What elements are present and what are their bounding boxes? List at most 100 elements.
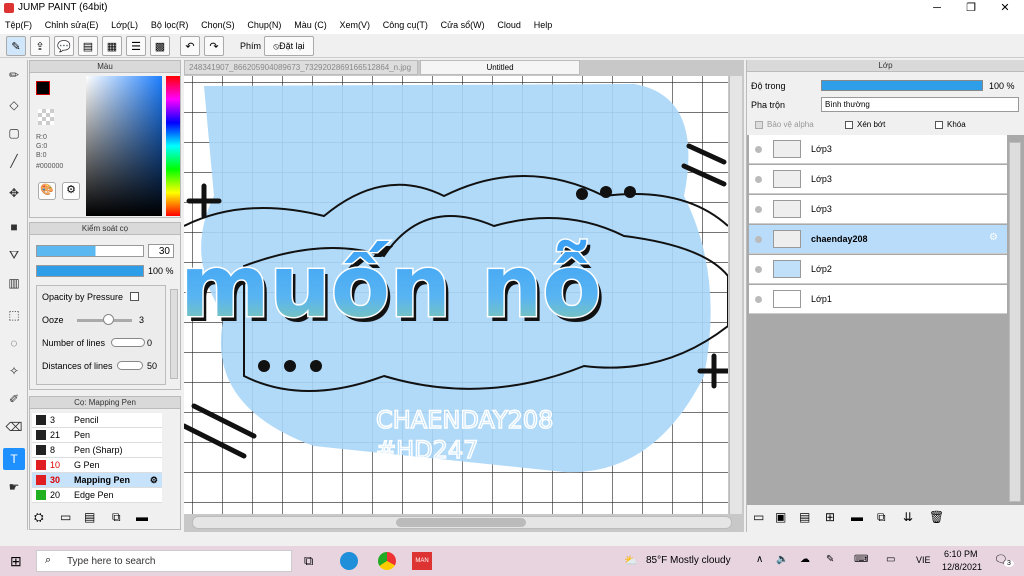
canvas-hscroll-thumb[interactable] bbox=[396, 518, 526, 527]
artwork-canvas[interactable]: muốn nỗ muốn nỗ CHAENDAY208 #HD247 bbox=[184, 76, 728, 514]
hue-slider[interactable] bbox=[166, 76, 180, 216]
new-layer-icon[interactable]: ▭ bbox=[753, 510, 764, 524]
cloud-icon[interactable]: ☁ bbox=[800, 554, 810, 565]
delete-layer-icon[interactable]: 🗑 bbox=[929, 510, 944, 524]
hand-tool-icon[interactable]: ☛ bbox=[3, 476, 25, 498]
brush-size-value[interactable]: 30 bbox=[148, 244, 174, 258]
shortcut-label[interactable]: Phím bbox=[240, 41, 261, 51]
minimize-button[interactable]: ─ bbox=[920, 0, 954, 17]
layer-scrollbar[interactable] bbox=[1009, 142, 1021, 502]
taskbar-search-box[interactable]: ⌕ Type here to search bbox=[36, 550, 292, 572]
layer-visibility-icon[interactable] bbox=[755, 236, 762, 243]
tray-up-icon[interactable]: ∧ bbox=[756, 554, 763, 565]
maximize-button[interactable]: ❐ bbox=[954, 0, 988, 17]
layer-row[interactable]: Lớp3 bbox=[749, 195, 1007, 224]
bucket-tool-icon[interactable]: ⛛ bbox=[3, 244, 25, 266]
brush-size-slider[interactable] bbox=[36, 245, 144, 257]
gradient-tool-icon[interactable]: ▥ bbox=[3, 272, 25, 294]
chrome-icon[interactable] bbox=[378, 552, 396, 570]
brush-item[interactable]: 20 Edge Pen bbox=[32, 488, 162, 503]
tab-untitled[interactable]: Untitled bbox=[420, 60, 580, 75]
grid-icon[interactable]: ▩ bbox=[150, 36, 170, 56]
pen-icon[interactable]: ✎ bbox=[826, 554, 834, 565]
brush-item[interactable]: 8 Pen (Sharp) bbox=[32, 443, 162, 458]
brush-add-icon[interactable]: ⛭ bbox=[34, 510, 44, 525]
select-pen-icon[interactable]: ✐ bbox=[3, 388, 25, 410]
menu-cloud[interactable]: Cloud bbox=[492, 17, 526, 34]
brush-menu-icon[interactable]: ▤ bbox=[84, 510, 95, 524]
menu-window[interactable]: Cửa sổ(W) bbox=[436, 17, 490, 34]
brush-mode-icon[interactable]: ✎ bbox=[6, 36, 26, 56]
menu-capture[interactable]: Chụp(N) bbox=[242, 17, 286, 34]
clip-checkbox[interactable] bbox=[845, 121, 853, 129]
clock-time[interactable]: 6:10 PM bbox=[944, 549, 978, 559]
tab-file[interactable]: 248341907_866205904089673_73292028691665… bbox=[184, 60, 418, 75]
close-button[interactable]: ✕ bbox=[988, 0, 1022, 17]
layer-row[interactable]: chaenday208 ⚙ bbox=[749, 225, 1007, 254]
clock-date[interactable]: 12/8/2021 bbox=[942, 562, 982, 572]
menu-view[interactable]: Xem(V) bbox=[335, 17, 376, 34]
eraser-tool-icon[interactable]: ◇ bbox=[3, 94, 25, 116]
page-icon[interactable]: ▦ bbox=[102, 36, 122, 56]
brush-folder-icon[interactable]: ▬ bbox=[136, 510, 148, 524]
layer-visibility-icon[interactable] bbox=[755, 206, 762, 213]
lock-checkbox[interactable] bbox=[935, 121, 943, 129]
speech-icon[interactable]: ▤ bbox=[78, 36, 98, 56]
new-raster-icon[interactable]: ▣ bbox=[775, 510, 786, 524]
task-view-icon[interactable]: ⧉ bbox=[304, 553, 313, 569]
comment-icon[interactable]: 💬 bbox=[54, 36, 74, 56]
layer-visibility-icon[interactable] bbox=[755, 296, 762, 303]
select-rect-icon[interactable]: ⬚ bbox=[3, 304, 25, 326]
rect-tool-icon[interactable]: ▢ bbox=[3, 122, 25, 144]
weather-text[interactable]: 85°F Mostly cloudy bbox=[646, 555, 731, 566]
reset-button[interactable]: ⦸ Đặt lại bbox=[264, 36, 314, 56]
lasso-icon[interactable]: ◌ bbox=[3, 332, 25, 354]
palette-icon[interactable]: 🎨 bbox=[38, 182, 56, 200]
edge-browser-icon[interactable] bbox=[340, 552, 358, 570]
jump-paint-taskbar-icon[interactable]: MAN bbox=[412, 552, 432, 570]
menu-edit[interactable]: Chỉnh sửa(E) bbox=[40, 17, 104, 34]
palette-settings-icon[interactable]: ⚙ bbox=[62, 182, 80, 200]
add-layer-menu-icon[interactable]: ⊞ bbox=[825, 510, 835, 524]
text-tool-icon[interactable]: T bbox=[3, 448, 25, 470]
undo-icon[interactable]: ↶ bbox=[180, 36, 200, 56]
brush-item[interactable]: 30 Mapping Pen ⚙ bbox=[32, 473, 162, 488]
brush-item[interactable]: 10 G Pen bbox=[32, 458, 162, 473]
layer-row[interactable]: Lớp3 bbox=[749, 135, 1007, 164]
menu-help[interactable]: Help bbox=[529, 17, 558, 34]
menu-select[interactable]: Chọn(S) bbox=[196, 17, 240, 34]
keyboard-icon[interactable]: ⌨ bbox=[854, 554, 868, 565]
list-icon[interactable]: ☰ bbox=[126, 36, 146, 56]
layer-folder-icon[interactable]: ▬ bbox=[851, 510, 863, 524]
protect-alpha-checkbox[interactable] bbox=[755, 121, 763, 129]
magic-wand-icon[interactable]: ✧ bbox=[3, 360, 25, 382]
distance-slider[interactable] bbox=[117, 361, 143, 370]
menu-filter[interactable]: Bộ lọc(R) bbox=[146, 17, 194, 34]
layer-opacity-slider[interactable] bbox=[821, 80, 983, 91]
layer-row[interactable]: Lớp1 bbox=[749, 285, 1007, 314]
line-tool-icon[interactable]: ╱ bbox=[3, 150, 25, 172]
layer-row[interactable]: Lớp2 bbox=[749, 255, 1007, 284]
new-text-layer-icon[interactable]: ▤ bbox=[799, 510, 810, 524]
layer-visibility-icon[interactable] bbox=[755, 266, 762, 273]
ooze-slider-thumb[interactable] bbox=[103, 314, 114, 325]
layer-row[interactable]: Lớp3 bbox=[749, 165, 1007, 194]
layer-visibility-icon[interactable] bbox=[755, 176, 762, 183]
fill-rect-tool-icon[interactable]: ■ bbox=[3, 216, 25, 238]
menu-file[interactable]: Tệp(F) bbox=[0, 17, 37, 34]
color-picker-square[interactable] bbox=[86, 76, 162, 216]
language-indicator[interactable]: VIE bbox=[916, 555, 931, 565]
export-icon[interactable]: ⇪ bbox=[30, 36, 50, 56]
menu-tools[interactable]: Công cụ(T) bbox=[378, 17, 433, 34]
lines-slider[interactable] bbox=[111, 338, 145, 347]
transparent-swatch[interactable] bbox=[38, 109, 54, 125]
select-eraser-icon[interactable]: ⌫ bbox=[3, 416, 25, 438]
canvas-vscroll[interactable] bbox=[729, 76, 742, 514]
blend-select[interactable]: Bình thường bbox=[821, 97, 1019, 112]
merge-layer-icon[interactable]: ⇊ bbox=[903, 510, 913, 524]
brush-new-icon[interactable]: ▭ bbox=[60, 510, 71, 524]
brush-item[interactable]: 3 Pencil bbox=[32, 413, 162, 428]
menu-color[interactable]: Màu (C) bbox=[289, 17, 332, 34]
brush-tool-icon[interactable]: ✏ bbox=[3, 64, 25, 86]
move-tool-icon[interactable]: ✥ bbox=[3, 182, 25, 204]
